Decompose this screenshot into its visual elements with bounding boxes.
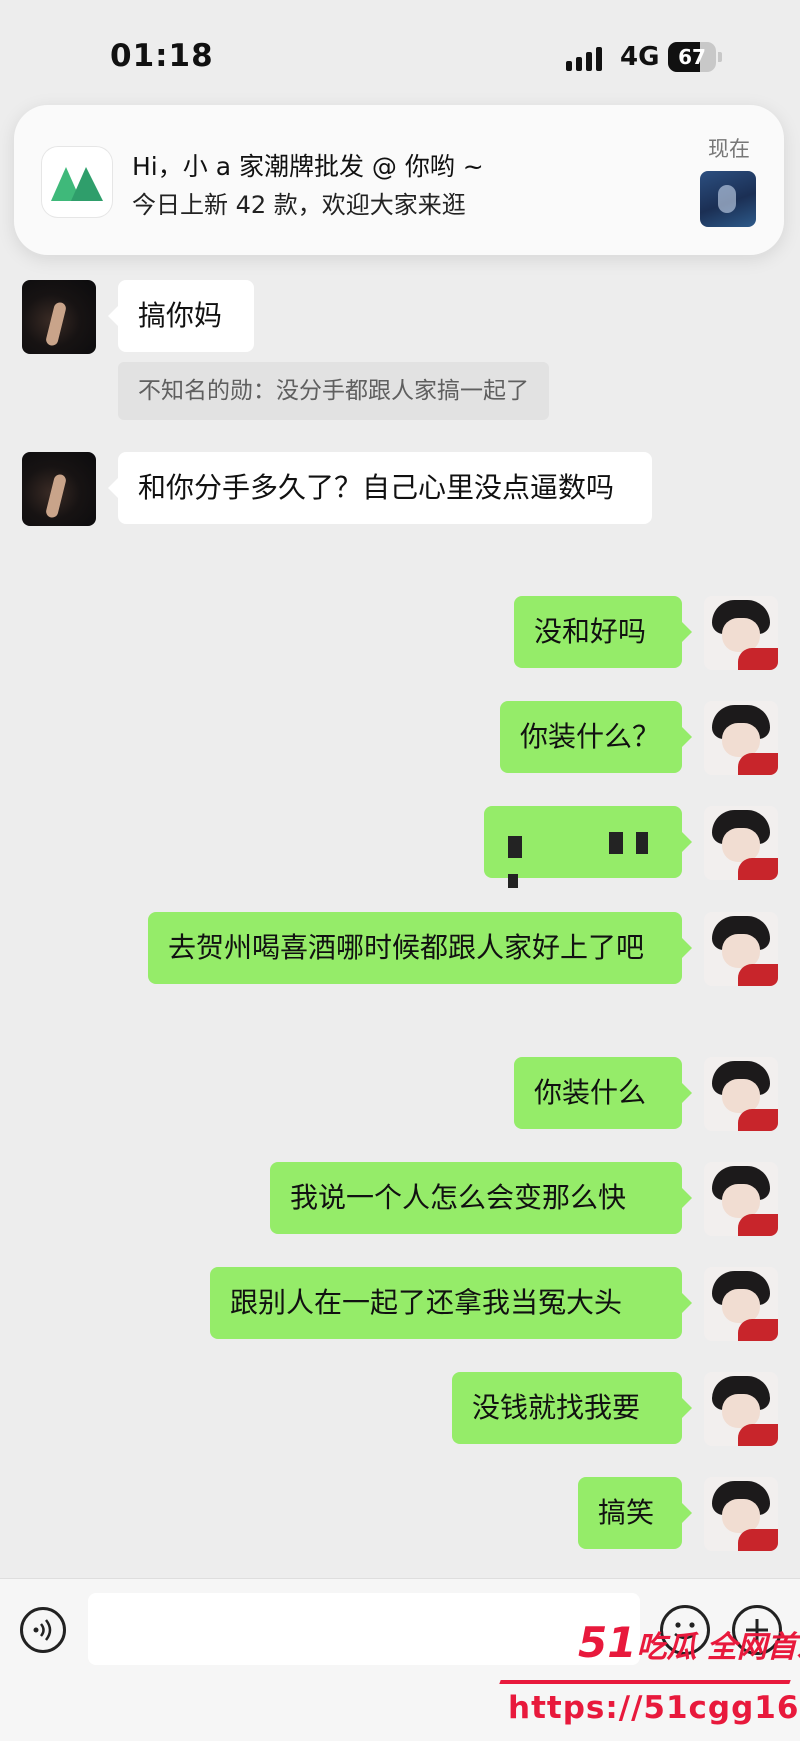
quoted-message[interactable]: 不知名的勋：没分手都跟人家搞一起了 bbox=[118, 362, 549, 420]
watermark-text: 吃瓜 全网首发 bbox=[636, 1630, 800, 1665]
green-mountain-icon bbox=[42, 147, 112, 217]
notification-banner[interactable]: Hi，小 a 家潮牌批发 @ 你哟 ~ 今日上新 42 款，欢迎大家来逛 现在 bbox=[14, 105, 784, 255]
user-avatar[interactable] bbox=[704, 1372, 778, 1446]
watermark-brand: 51吃瓜 全网首发 bbox=[578, 1618, 800, 1667]
outgoing-message-redacted[interactable] bbox=[484, 806, 692, 888]
outgoing-message[interactable]: 搞笑 bbox=[578, 1477, 692, 1549]
redacted-pixel bbox=[508, 874, 518, 888]
outgoing-message[interactable]: 去贺州喝喜酒哪时候都跟人家好上了吧 bbox=[148, 912, 692, 984]
chat-screen: 01:18 4G 67 Hi，小 a 家潮牌批发 @ 你哟 ~ 今日上新 42 … bbox=[0, 0, 800, 1741]
message-input[interactable] bbox=[88, 1593, 640, 1665]
incoming-message[interactable]: 搞你妈 bbox=[108, 280, 254, 352]
message-list: 搞你妈 不知名的勋：没分手都跟人家搞一起了 和你分手多久了？自己心里没点逼数吗 … bbox=[0, 256, 800, 1576]
user-avatar[interactable] bbox=[704, 1057, 778, 1131]
contact-avatar[interactable] bbox=[22, 280, 96, 354]
notification-title: Hi，小 a 家潮牌批发 @ 你哟 ~ bbox=[132, 152, 484, 181]
user-avatar[interactable] bbox=[704, 1267, 778, 1341]
user-avatar[interactable] bbox=[704, 596, 778, 670]
notification-body: 今日上新 42 款，欢迎大家来逛 bbox=[132, 191, 466, 219]
user-avatar[interactable] bbox=[704, 701, 778, 775]
redacted-pixel bbox=[508, 836, 522, 858]
battery-level: 67 bbox=[678, 45, 706, 69]
network-type: 4G bbox=[620, 42, 660, 72]
outgoing-message[interactable]: 我说一个人怎么会变那么快 bbox=[270, 1162, 692, 1234]
battery-tip bbox=[718, 52, 722, 62]
outgoing-message[interactable]: 跟别人在一起了还拿我当冤大头 bbox=[210, 1267, 692, 1339]
user-avatar[interactable] bbox=[704, 1477, 778, 1551]
status-time: 01:18 bbox=[110, 38, 214, 74]
voice-icon[interactable] bbox=[20, 1607, 66, 1653]
battery-body: 67 bbox=[668, 42, 716, 72]
outgoing-message[interactable]: 没钱就找我要 bbox=[452, 1372, 692, 1444]
user-avatar[interactable] bbox=[704, 806, 778, 880]
watermark-number: 51 bbox=[578, 1618, 637, 1667]
notification-time: 现在 bbox=[708, 137, 750, 161]
outgoing-message[interactable]: 你装什么 bbox=[514, 1057, 692, 1129]
redacted-pixel bbox=[635, 832, 648, 854]
battery-icon: 67 bbox=[668, 42, 722, 72]
signal-icon bbox=[566, 47, 602, 71]
outgoing-message[interactable]: 你装什么？ bbox=[500, 701, 692, 773]
watermark-underline bbox=[499, 1680, 791, 1684]
redacted-pixel bbox=[608, 832, 623, 854]
incoming-message[interactable]: 和你分手多久了？自己心里没点逼数吗 bbox=[108, 452, 652, 524]
user-avatar[interactable] bbox=[704, 912, 778, 986]
watermark-url: https://51cgg16.com bbox=[508, 1690, 800, 1726]
outgoing-message[interactable]: 没和好吗 bbox=[514, 596, 692, 668]
user-avatar[interactable] bbox=[704, 1162, 778, 1236]
status-bar: 01:18 4G 67 bbox=[0, 0, 800, 110]
contact-avatar[interactable] bbox=[22, 452, 96, 526]
notification-thumbnail bbox=[700, 171, 756, 227]
